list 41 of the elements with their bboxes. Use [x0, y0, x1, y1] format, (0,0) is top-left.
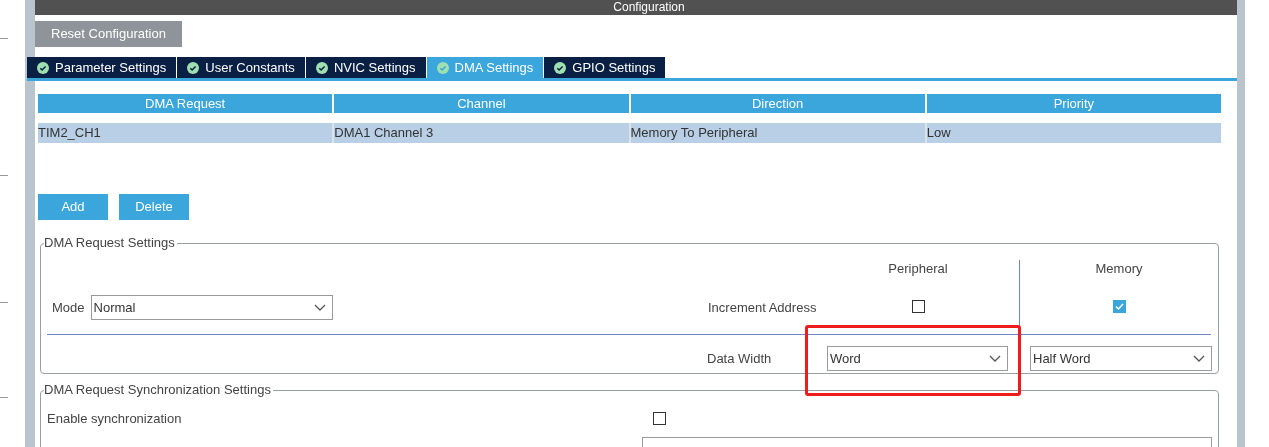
dropdown-value: Half Word — [1033, 349, 1091, 368]
check-circle-icon — [187, 61, 200, 74]
checkbox[interactable] — [1112, 300, 1126, 313]
field-label: Enable synchronization — [47, 410, 183, 428]
dropdown[interactable]: Word — [827, 346, 1008, 371]
check-circle-icon — [554, 61, 567, 74]
table-row[interactable]: TIM2_CH1 DMA1 Channel 3 Memory To Peripheral Low — [38, 123, 1221, 143]
check-circle-icon — [315, 61, 328, 74]
scrollbar[interactable] — [25, 0, 35, 447]
column-header: DMA Request — [38, 94, 333, 113]
checkbox[interactable] — [911, 300, 925, 313]
checkbox[interactable] — [653, 412, 666, 426]
group-title: DMA Request Settings — [44, 235, 177, 251]
column-label: Peripheral — [888, 261, 948, 277]
field-label: Data Width — [707, 349, 773, 368]
field-label: Mode — [52, 299, 85, 317]
panel-title: Configuration — [612, 0, 685, 15]
table-cell: Memory To Peripheral — [630, 123, 925, 143]
tab[interactable]: User Constants — [177, 57, 305, 78]
tab[interactable]: GPIO Settings — [544, 57, 666, 78]
table-cell: DMA1 Channel 3 — [334, 123, 629, 143]
scrollbar[interactable] — [1237, 0, 1245, 447]
chevron-down-icon — [1193, 354, 1205, 363]
table-cell: Low — [926, 123, 1221, 143]
dropdown-value: Normal — [93, 298, 136, 317]
check-circle-icon — [37, 61, 49, 74]
chevron-down-icon — [989, 354, 1001, 363]
dropdown[interactable]: Half Word — [1030, 346, 1212, 371]
check-circle-icon — [436, 61, 449, 74]
chevron-down-icon — [313, 303, 326, 312]
column-label: Memory — [1095, 261, 1143, 277]
field-label: Increment Address — [708, 299, 817, 317]
column-header: Direction — [630, 94, 925, 113]
dropdown-value: Word — [830, 349, 861, 368]
table-cell: TIM2_CH1 — [38, 123, 333, 143]
column-header: Priority — [926, 94, 1221, 113]
tab[interactable]: NVIC Settings — [305, 57, 426, 78]
column-header: Channel — [334, 94, 629, 113]
dropdown[interactable]: Normal — [90, 295, 333, 320]
tab[interactable]: Parameter Settings — [27, 57, 177, 78]
group-title: DMA Request Synchronization Settings — [44, 382, 273, 398]
